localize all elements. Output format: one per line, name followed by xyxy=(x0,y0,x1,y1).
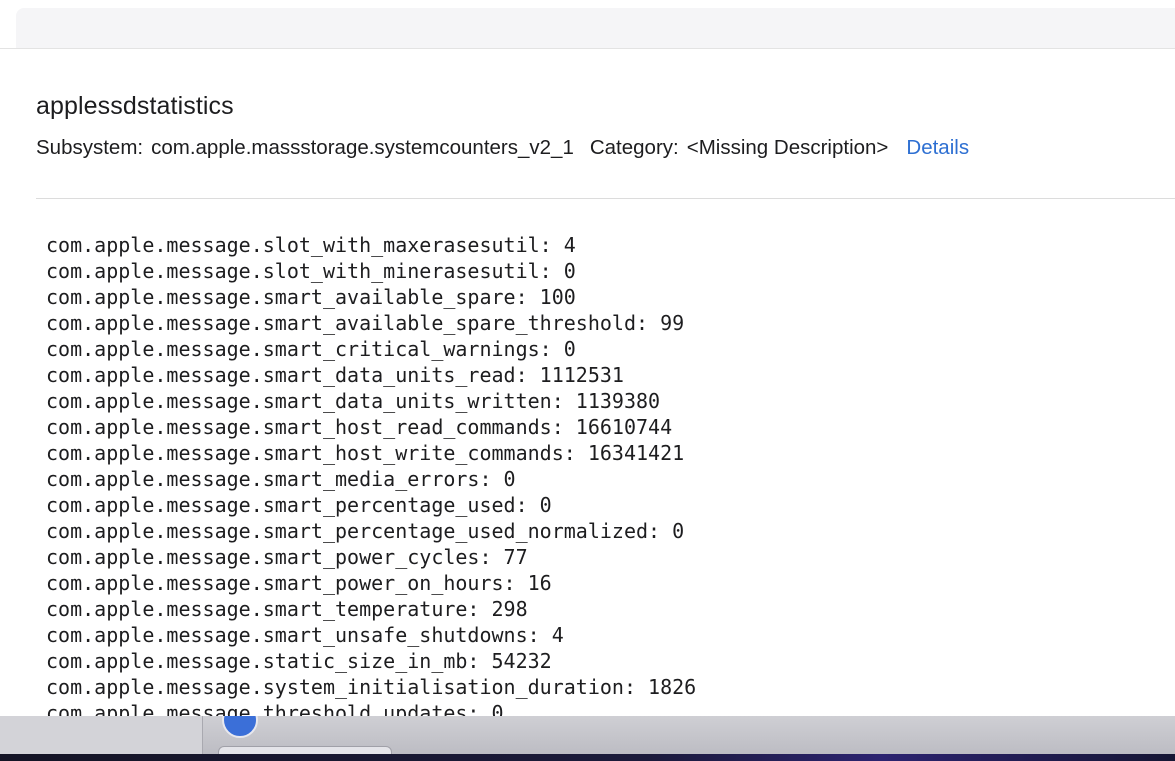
toolbar-area xyxy=(16,8,1175,48)
log-line: com.apple.message.smart_host_read_comman… xyxy=(46,415,673,439)
log-line: com.apple.message.smart_available_spare:… xyxy=(46,285,576,309)
log-line: com.apple.message.slot_with_maxerasesuti… xyxy=(46,233,576,257)
log-message-view[interactable]: com.apple.message.slot_with_maxerasesuti… xyxy=(46,232,1166,716)
desktop-background xyxy=(0,754,1175,761)
section-divider xyxy=(36,198,1175,199)
entry-meta-row: Subsystem: com.apple.massstorage.systemc… xyxy=(36,136,969,160)
entry-title: applessdstatistics xyxy=(36,92,234,120)
log-line: com.apple.message.smart_temperature: 298 xyxy=(46,597,528,621)
log-line: com.apple.message.smart_data_units_read:… xyxy=(46,363,624,387)
log-line: com.apple.message.smart_percentage_used_… xyxy=(46,519,685,543)
log-line: com.apple.message.smart_available_spare_… xyxy=(46,311,685,335)
toolbar-divider xyxy=(0,48,1175,49)
log-line: com.apple.message.smart_data_units_writt… xyxy=(46,389,661,413)
log-line: com.apple.message.smart_host_write_comma… xyxy=(46,441,685,465)
log-line: com.apple.message.smart_media_errors: 0 xyxy=(46,467,516,491)
subsystem-value: com.apple.massstorage.systemcounters_v2_… xyxy=(151,136,574,159)
category-value: <Missing Description> xyxy=(686,136,889,159)
log-line: com.apple.message.smart_power_on_hours: … xyxy=(46,571,552,595)
details-link[interactable]: Details xyxy=(906,136,969,160)
log-line: com.apple.message.slot_with_minerasesuti… xyxy=(46,259,576,283)
log-line: com.apple.message.smart_percentage_used:… xyxy=(46,493,552,517)
log-line: com.apple.message.smart_unsafe_shutdowns… xyxy=(46,623,564,647)
category-label: Category: xyxy=(589,136,679,159)
log-line: com.apple.message.static_size_in_mb: 542… xyxy=(46,649,552,673)
log-line: com.apple.message.threshold_updates: 0 xyxy=(46,701,504,716)
subsystem-label: Subsystem: xyxy=(36,136,144,159)
log-line: com.apple.message.smart_critical_warning… xyxy=(46,337,576,361)
console-window: applessdstatistics Subsystem: com.apple.… xyxy=(0,0,1175,761)
log-line: com.apple.message.smart_power_cycles: 77 xyxy=(46,545,528,569)
log-line: com.apple.message.system_initialisation_… xyxy=(46,675,697,699)
app-icon xyxy=(222,716,258,738)
